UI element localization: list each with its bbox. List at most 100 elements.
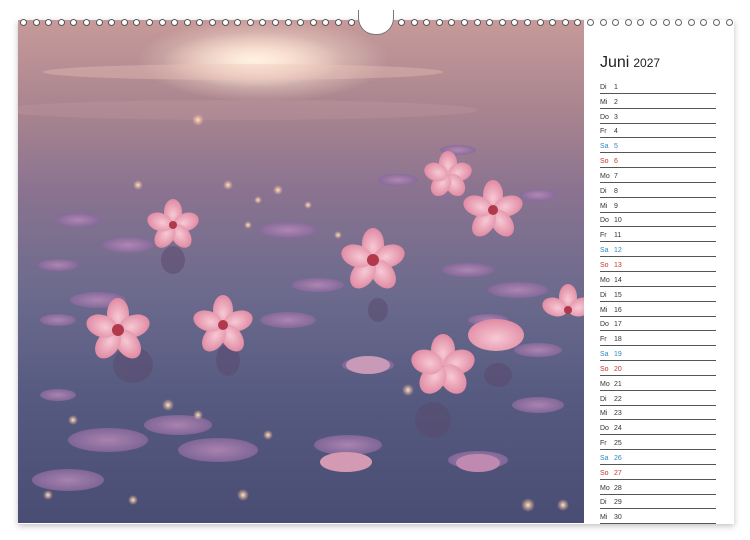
binding-hole bbox=[57, 19, 65, 26]
binding-hole bbox=[45, 19, 53, 26]
day-number: 15 bbox=[614, 291, 622, 299]
calendar-photo bbox=[18, 20, 584, 523]
day-number: 3 bbox=[614, 113, 618, 121]
day-number: 11 bbox=[614, 232, 622, 240]
weekday-label: Do bbox=[600, 321, 609, 329]
day-row: Mi 9 bbox=[600, 198, 716, 213]
binding-hole bbox=[20, 19, 27, 26]
day-row: Mo 28 bbox=[600, 480, 716, 495]
day-row: So 13 bbox=[600, 257, 716, 272]
binding-hole bbox=[624, 19, 632, 26]
weekday-label: Do bbox=[600, 425, 609, 433]
binding-hole bbox=[662, 19, 670, 26]
weekday-label: So bbox=[600, 158, 609, 166]
weekday-label: Mi bbox=[600, 514, 608, 522]
binding-hole bbox=[435, 19, 443, 26]
day-number: 30 bbox=[614, 514, 622, 522]
day-number: 14 bbox=[614, 276, 622, 284]
weekday-label: Di bbox=[600, 83, 607, 91]
day-number: 27 bbox=[614, 469, 622, 477]
weekday-label: Mo bbox=[600, 172, 610, 180]
binding-hole bbox=[120, 19, 128, 26]
day-number: 26 bbox=[614, 454, 622, 462]
binding-hole bbox=[423, 19, 431, 26]
binding-hole bbox=[599, 19, 607, 26]
weekday-label: Di bbox=[600, 187, 607, 195]
day-number: 9 bbox=[614, 202, 618, 210]
weekday-label: Do bbox=[600, 217, 609, 225]
binding-hole bbox=[612, 19, 620, 26]
weekday-label: Do bbox=[600, 113, 609, 121]
binding-hole bbox=[574, 19, 582, 26]
day-number: 16 bbox=[614, 306, 622, 314]
binding-hole bbox=[196, 19, 204, 26]
binding-hole bbox=[675, 19, 683, 26]
weekday-label: Mi bbox=[600, 410, 608, 418]
day-number: 4 bbox=[614, 128, 618, 136]
day-number: 10 bbox=[614, 217, 622, 225]
binding-hole bbox=[713, 19, 720, 26]
binding-hole bbox=[687, 19, 695, 26]
weekday-label: Di bbox=[600, 499, 607, 507]
day-number: 7 bbox=[614, 172, 618, 180]
binding-hole bbox=[498, 19, 506, 26]
day-number: 28 bbox=[614, 484, 622, 492]
binding-hole bbox=[322, 19, 330, 26]
binding-hole bbox=[650, 19, 657, 26]
weekday-label: Di bbox=[600, 291, 607, 299]
binding-hole bbox=[524, 19, 531, 26]
day-row: Do 24 bbox=[600, 420, 716, 436]
binding-hole bbox=[398, 19, 405, 26]
binding-hole bbox=[158, 19, 166, 26]
weekday-label: Mo bbox=[600, 380, 610, 388]
day-number: 17 bbox=[614, 321, 622, 329]
day-number: 8 bbox=[614, 187, 618, 195]
binding-hole bbox=[284, 19, 292, 26]
binding-hole bbox=[209, 19, 216, 26]
weekday-label: Mi bbox=[600, 98, 608, 106]
binding-hole bbox=[700, 19, 708, 26]
day-number: 5 bbox=[614, 143, 618, 151]
day-row: Di 29 bbox=[600, 495, 716, 510]
day-number: 12 bbox=[614, 247, 622, 255]
weekday-label: Sa bbox=[600, 351, 609, 359]
weekday-label: Di bbox=[600, 395, 607, 403]
binding-hole bbox=[587, 19, 594, 26]
day-row: Do 3 bbox=[600, 109, 716, 124]
weekday-label: Mo bbox=[600, 276, 610, 284]
day-number: 25 bbox=[614, 440, 622, 448]
weekday-label: Sa bbox=[600, 247, 609, 255]
day-row: Di 22 bbox=[600, 391, 716, 406]
day-row: Fr 18 bbox=[600, 331, 716, 347]
binding-hole bbox=[725, 19, 733, 26]
binding-hole bbox=[108, 19, 116, 26]
weekday-label: So bbox=[600, 261, 609, 269]
day-row: Fr 25 bbox=[600, 435, 716, 451]
calendar-header: Juni 2027 bbox=[600, 54, 660, 72]
binding-hole bbox=[272, 19, 279, 26]
binding-hole bbox=[473, 19, 481, 26]
weekday-label: Sa bbox=[600, 143, 609, 151]
day-number: 23 bbox=[614, 410, 622, 418]
day-row: Mo 21 bbox=[600, 376, 716, 391]
day-number: 29 bbox=[614, 499, 622, 507]
weekday-label: Fr bbox=[600, 232, 607, 240]
day-row: Sa 5 bbox=[600, 138, 716, 154]
day-row: So 6 bbox=[600, 153, 716, 169]
day-row: Mo 7 bbox=[600, 168, 716, 183]
weekday-label: Mo bbox=[600, 484, 610, 492]
binding-hole bbox=[637, 19, 645, 26]
binding-hole bbox=[183, 19, 191, 26]
calendar-panel: Juni 2027 Di 1 Mi 2 Do 3 Fr 4 Sa 5 So 6 Mo 7 Di 8 Mi 9 Do 10… bbox=[584, 20, 734, 525]
binding-hole bbox=[83, 19, 90, 26]
month-title: Juni bbox=[600, 54, 630, 71]
binding-hole bbox=[32, 19, 40, 26]
binding-hole bbox=[309, 19, 317, 26]
binding-hole bbox=[133, 19, 141, 26]
weekday-label: Mi bbox=[600, 202, 608, 210]
binding-hole bbox=[410, 19, 418, 26]
day-number: 18 bbox=[614, 336, 622, 344]
day-number: 1 bbox=[614, 83, 618, 91]
binding-hole bbox=[234, 19, 242, 26]
binding-hole bbox=[335, 19, 342, 26]
